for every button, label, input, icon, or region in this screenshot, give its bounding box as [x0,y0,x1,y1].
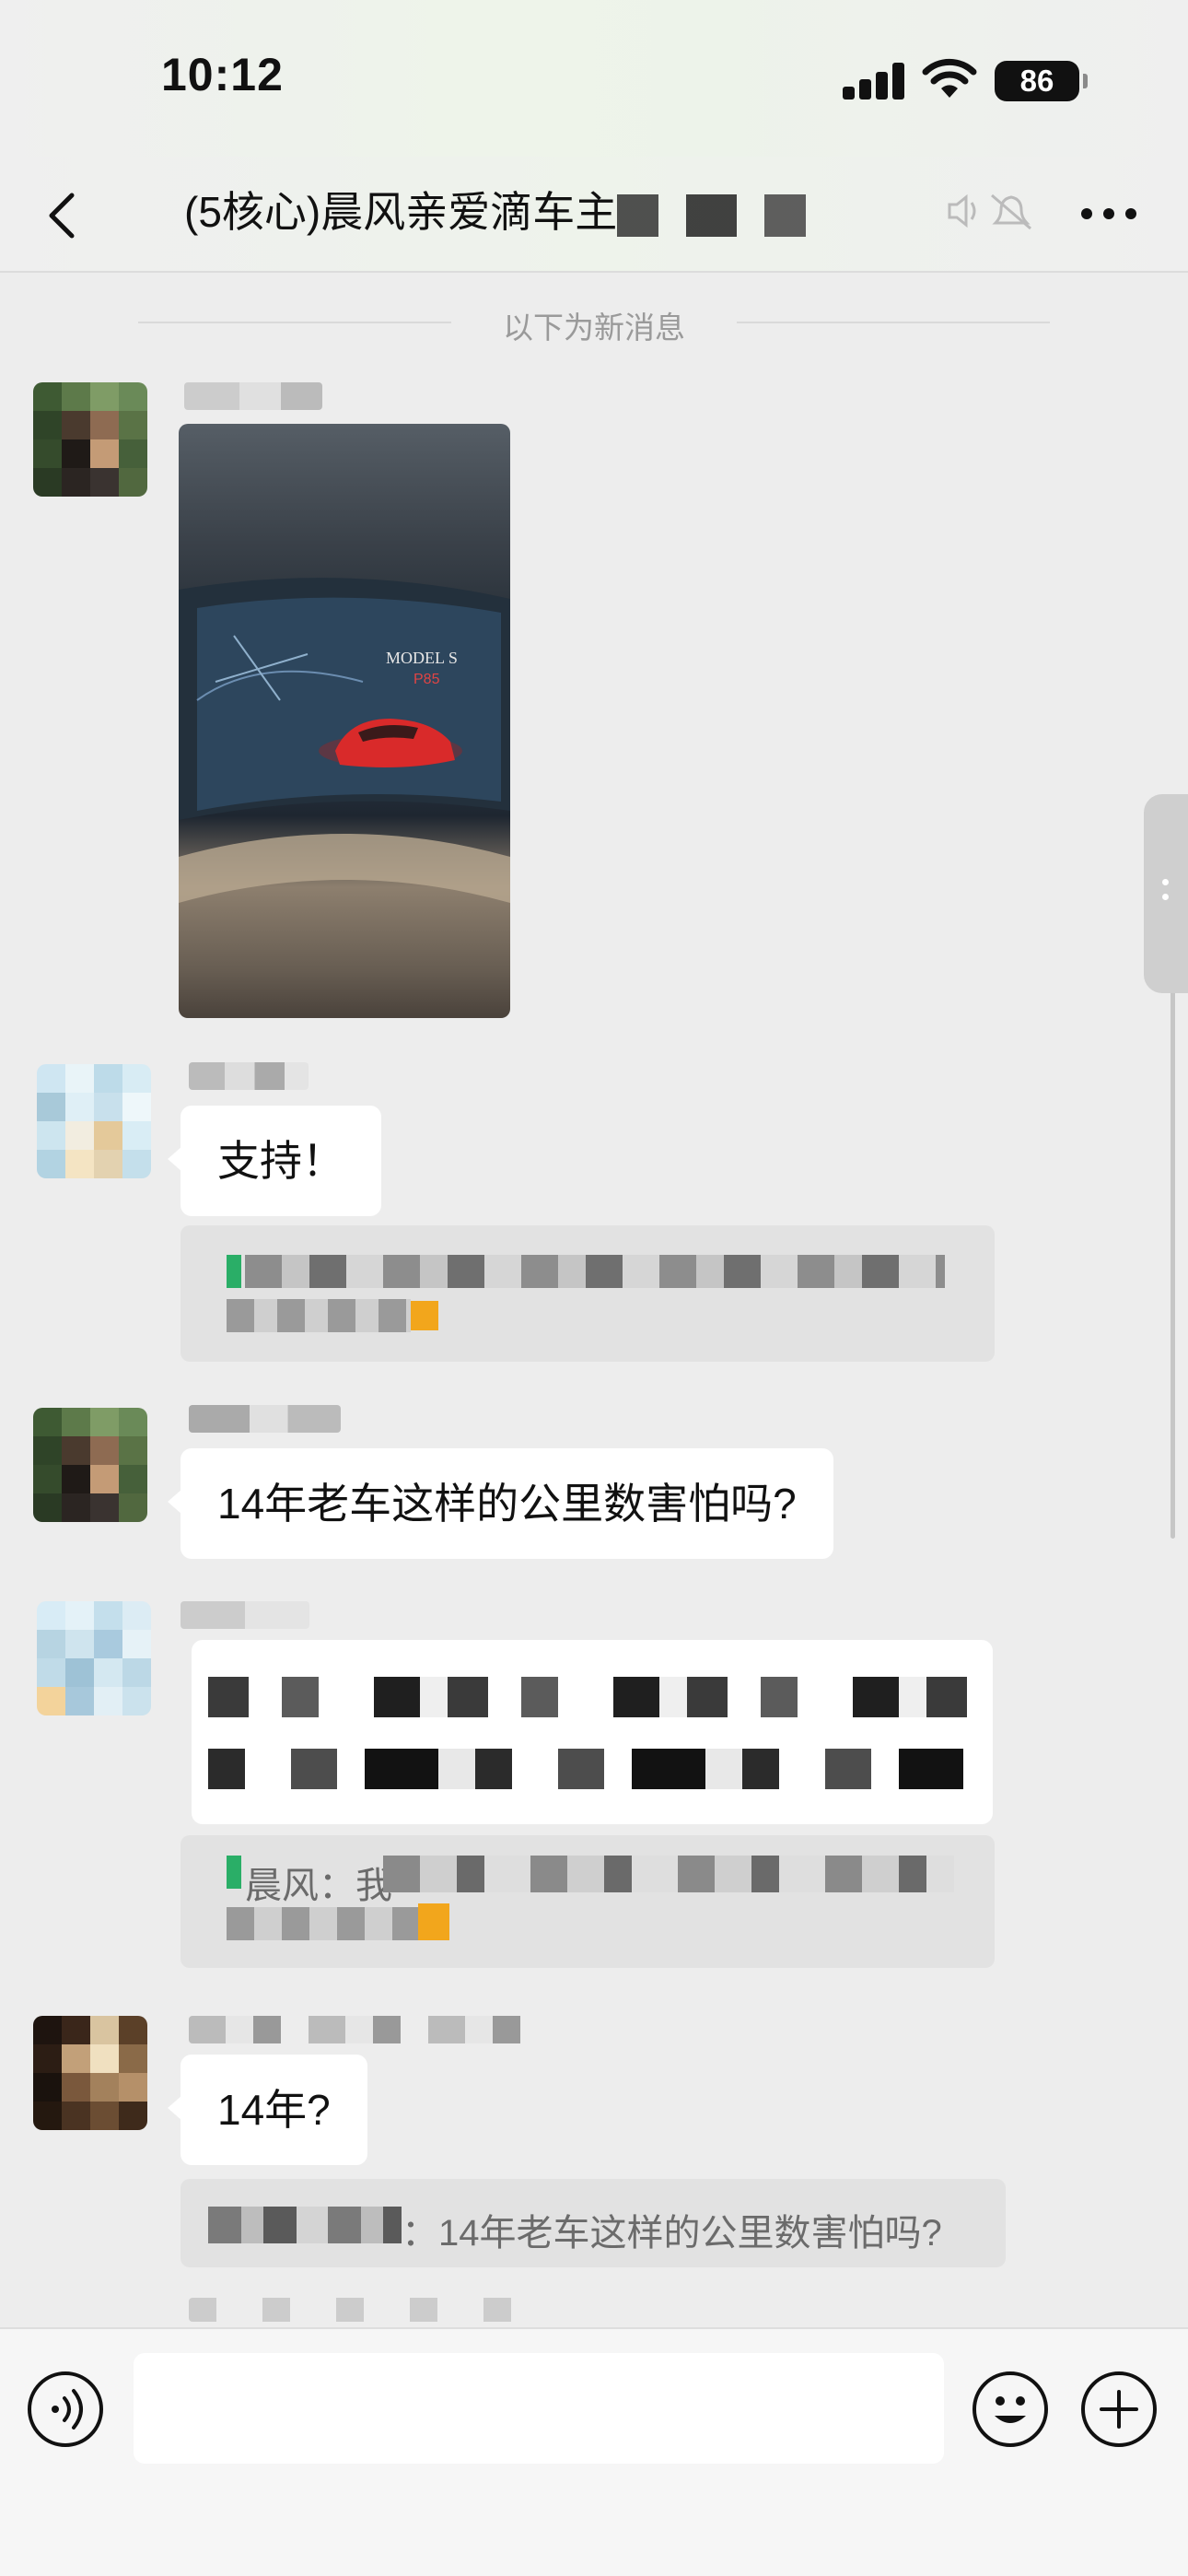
sender-name-redacted [181,1601,309,1629]
sender-name-redacted [189,2016,548,2043]
svg-text:P85: P85 [413,672,440,687]
quote-avatar-fragment [227,1856,241,1889]
quoted-message[interactable] [181,1225,995,1362]
quoted-message[interactable]: 晨风：我 [181,1835,995,1968]
more-functions-button[interactable] [1081,2371,1157,2447]
quote-text: ：14年老车这样的公里数害怕吗? [402,2213,942,2254]
quote-redaction [227,1299,411,1332]
quote-redaction [208,2207,402,2243]
avatar[interactable] [33,2016,147,2130]
image-message[interactable]: MODEL S P85 [179,424,510,1018]
chat-title-text: (5核心)晨风亲爱滴车主 [184,188,618,236]
voice-icon [52,2389,83,2430]
avatar[interactable] [37,1064,151,1178]
status-bar: 10:12 86 [0,0,1188,157]
quote-redaction [383,1856,954,1892]
quoted-message[interactable]: ：14年老车这样的公里数害怕吗? [181,2179,1006,2267]
sender-name-redacted [184,382,322,410]
title-redaction [617,193,848,237]
scroll-handle[interactable] [1144,794,1188,993]
wifi-icon [922,58,977,98]
input-bar [0,2327,1188,2576]
more-icon[interactable] [1077,195,1142,232]
chat-title[interactable]: (5核心)晨风亲爱滴车主 [184,179,939,240]
quote-avatar-fragment [227,1255,241,1288]
divider-text: 以下为新消息 [503,310,685,345]
quote-emoji [411,1301,438,1330]
new-messages-divider: 以下为新消息 [0,299,1188,345]
divider-line-left [138,322,451,323]
plus-icon [1100,2390,1138,2429]
chat-header: (5核心)晨风亲爱滴车主 [0,157,1188,273]
back-icon[interactable] [37,182,92,247]
battery-indicator: 86 [995,61,1088,101]
message-input[interactable] [134,2353,944,2464]
quote-redaction [245,1255,945,1288]
emoji-icon [995,2396,1026,2423]
emoji-button[interactable] [973,2371,1048,2447]
avatar[interactable] [33,382,147,497]
status-time: 10:12 [161,49,284,100]
message-bubble[interactable]: 14年? [168,2055,367,2165]
quote-emoji [418,1903,449,1940]
avatar[interactable] [33,1408,147,1522]
sender-name-redacted [189,1405,341,1433]
mute-icon [948,193,1031,230]
message-bubble-redacted[interactable] [192,1640,993,1824]
photo-caption: MODEL S [386,649,458,667]
quote-redaction [227,1907,420,1940]
quote-text: 晨风：我 [245,1866,392,1906]
dashboard-photo: MODEL S P85 [179,578,510,903]
message-bubble[interactable]: 支持！ [168,1106,381,1216]
message-bubble[interactable]: 14年老车这样的公里数害怕吗? [168,1448,833,1559]
avatar[interactable] [37,1601,151,1715]
divider-line-right [737,322,1050,323]
text-redaction [208,1749,963,1789]
text-redaction [208,1677,973,1717]
voice-button[interactable] [28,2371,103,2447]
sender-name-redacted [189,2298,548,2322]
signal-icon [843,63,907,100]
sender-name-redacted [189,1062,309,1090]
